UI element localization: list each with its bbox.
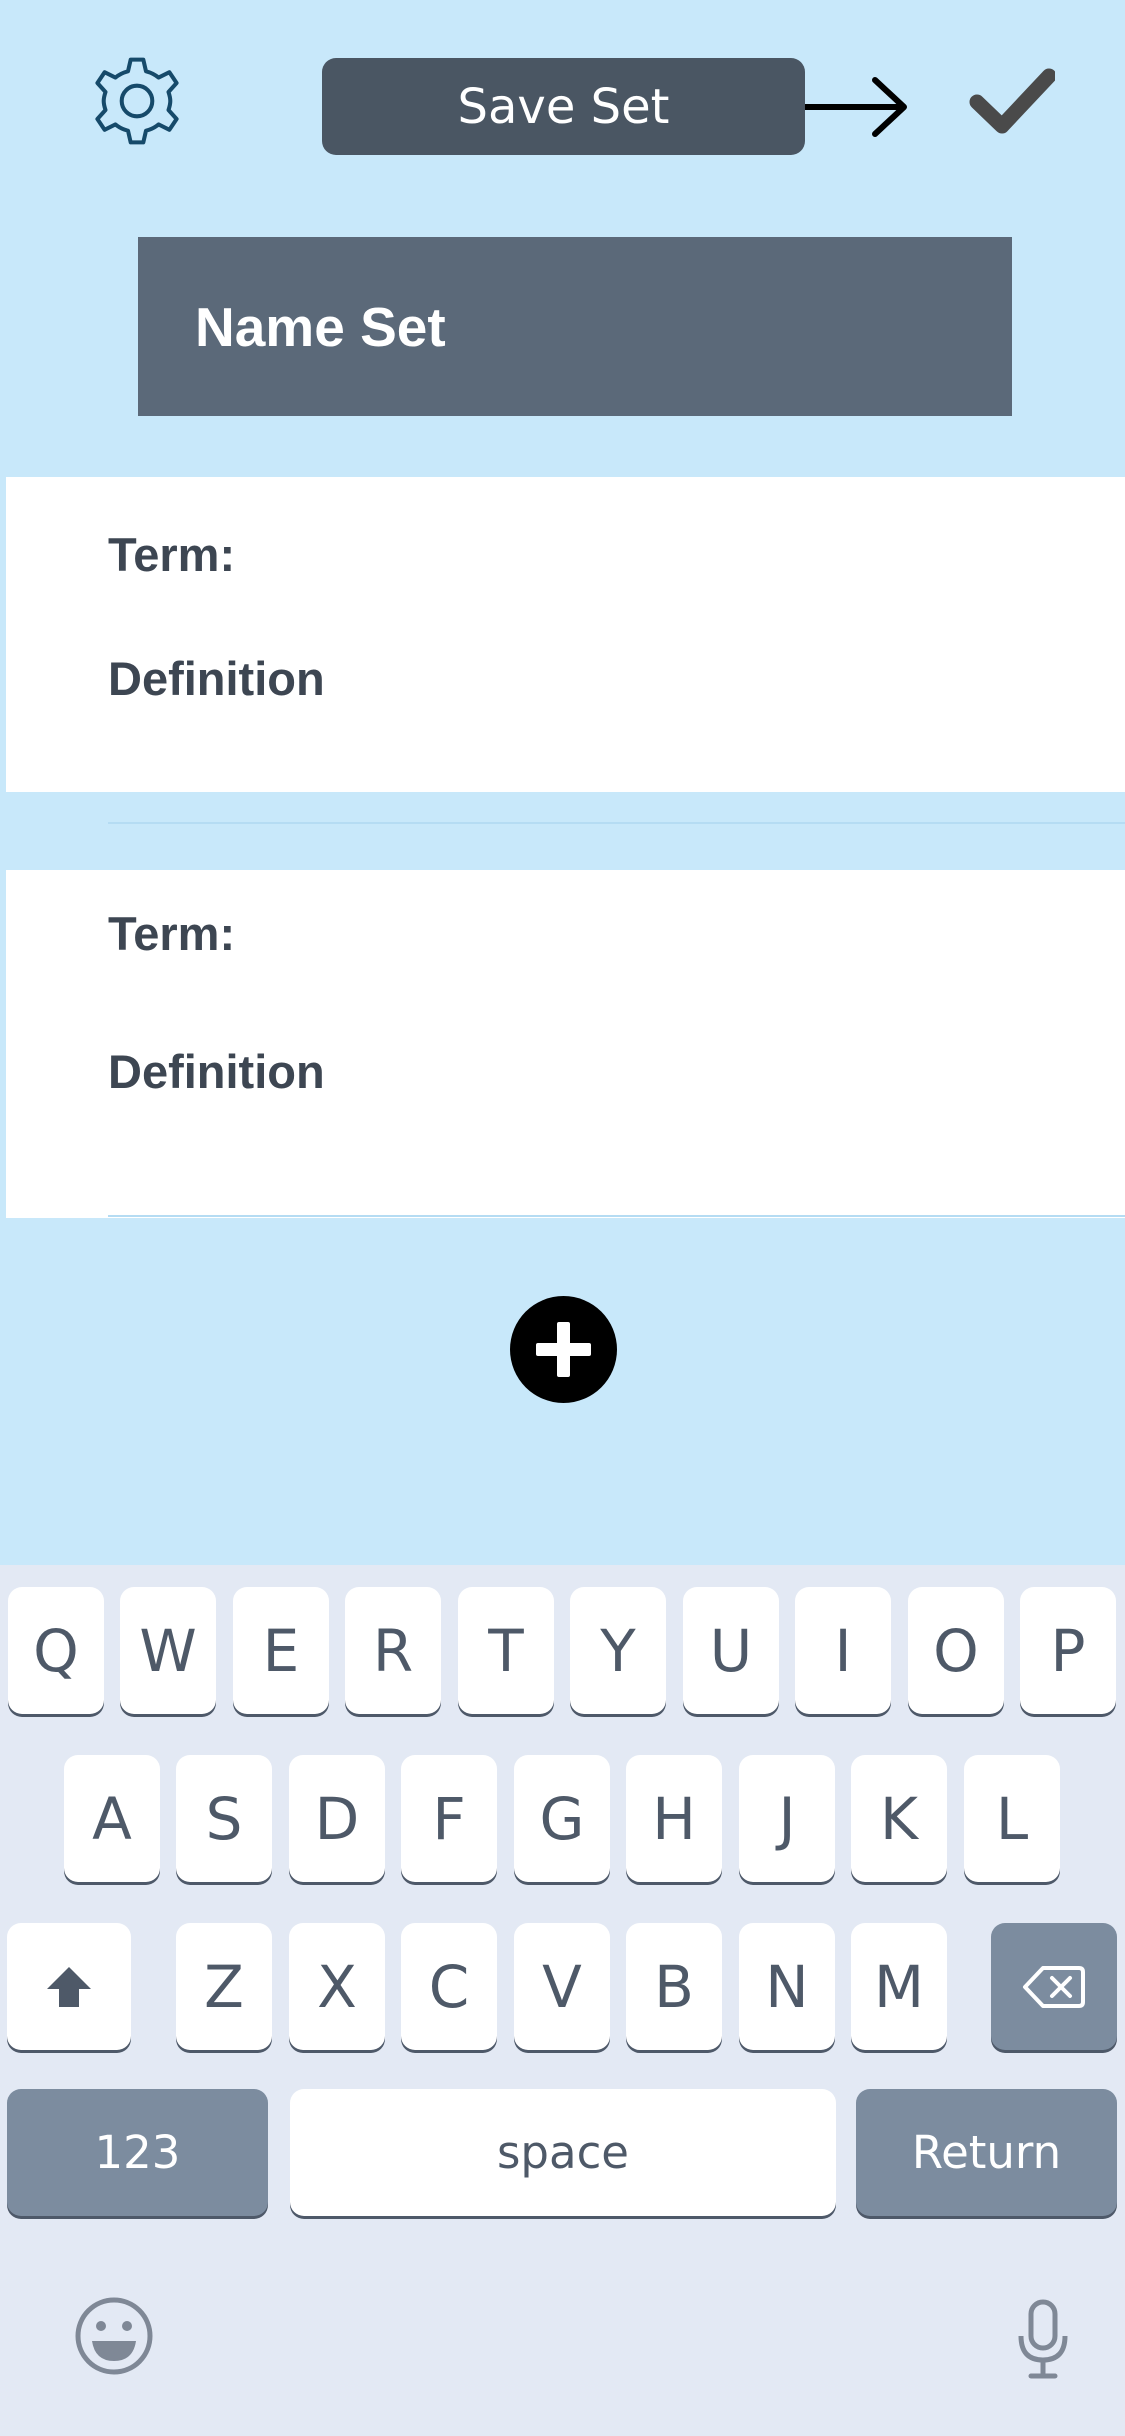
key-label: J (778, 1784, 796, 1853)
backspace-icon (1023, 1965, 1085, 2008)
numbers-key[interactable]: 123 (7, 2089, 268, 2216)
key-label: I (834, 1616, 852, 1685)
key-label: F (432, 1784, 466, 1853)
key-s[interactable]: S (176, 1755, 272, 1882)
key-h[interactable]: H (626, 1755, 722, 1882)
key-u[interactable]: U (683, 1587, 779, 1714)
check-icon[interactable] (969, 66, 1055, 136)
flashcard-1: Term: Definition (6, 477, 1125, 792)
name-set-placeholder: Name Set (195, 295, 446, 358)
key-k[interactable]: K (851, 1755, 947, 1882)
key-t[interactable]: T (458, 1587, 554, 1714)
flashcard-2: Term: Definition (6, 870, 1125, 1218)
key-n[interactable]: N (739, 1923, 835, 2050)
key-label: L (995, 1784, 1029, 1853)
card-separator (108, 1215, 1125, 1217)
key-label: C (428, 1952, 470, 2021)
key-label: S (205, 1784, 243, 1853)
emoji-icon[interactable] (73, 2295, 155, 2377)
key-q[interactable]: Q (8, 1587, 104, 1714)
key-label: Z (204, 1952, 244, 2021)
key-p[interactable]: P (1020, 1587, 1116, 1714)
key-label: W (139, 1616, 197, 1685)
key-e[interactable]: E (233, 1587, 329, 1714)
term-label[interactable]: Term: (108, 910, 235, 957)
key-b[interactable]: B (626, 1923, 722, 2050)
key-label: M (873, 1952, 925, 2021)
key-z[interactable]: Z (176, 1923, 272, 2050)
shift-key[interactable] (7, 1923, 131, 2050)
save-set-label: Save Set (457, 78, 670, 135)
key-label: Return (911, 2126, 1062, 2179)
key-label: V (542, 1952, 582, 2021)
key-w[interactable]: W (120, 1587, 216, 1714)
key-label: Q (33, 1616, 79, 1685)
keyboard: Q W E R T Y U I O P A S D F G H J K L Z … (0, 1565, 1125, 2436)
key-d[interactable]: D (289, 1755, 385, 1882)
key-a[interactable]: A (64, 1755, 160, 1882)
key-label: H (652, 1784, 696, 1853)
key-label: N (765, 1952, 809, 2021)
card-separator (108, 822, 1125, 824)
arrow-right-icon (805, 77, 907, 137)
definition-label[interactable]: Definition (108, 1048, 325, 1095)
app-screen: Save Set Name Set Term: Definition Term:… (0, 0, 1125, 1565)
key-label: T (488, 1616, 524, 1685)
key-f[interactable]: F (401, 1755, 497, 1882)
key-m[interactable]: M (851, 1923, 947, 2050)
key-label: X (317, 1952, 357, 2021)
key-label: Y (600, 1616, 636, 1685)
key-label: D (314, 1784, 360, 1853)
key-label: P (1050, 1616, 1086, 1685)
key-label: U (709, 1616, 753, 1685)
key-label: G (539, 1784, 585, 1853)
key-label: E (262, 1616, 300, 1685)
name-set-input[interactable]: Name Set (138, 237, 1012, 416)
save-set-button[interactable]: Save Set (322, 58, 805, 155)
space-key[interactable]: space (290, 2089, 836, 2216)
key-label: A (92, 1784, 132, 1853)
key-label: O (933, 1616, 979, 1685)
key-label: space (496, 2126, 629, 2179)
key-label: B (654, 1952, 694, 2021)
key-v[interactable]: V (514, 1923, 610, 2050)
term-label[interactable]: Term: (108, 531, 235, 578)
key-c[interactable]: C (401, 1923, 497, 2050)
add-card-button[interactable] (510, 1296, 617, 1403)
key-r[interactable]: R (345, 1587, 441, 1714)
key-y[interactable]: Y (570, 1587, 666, 1714)
key-l[interactable]: L (964, 1755, 1060, 1882)
key-label: R (372, 1616, 414, 1685)
gear-icon[interactable] (92, 56, 182, 146)
return-key[interactable]: Return (856, 2089, 1117, 2216)
key-o[interactable]: O (908, 1587, 1004, 1714)
key-j[interactable]: J (739, 1755, 835, 1882)
key-label: K (879, 1784, 919, 1853)
key-i[interactable]: I (795, 1587, 891, 1714)
key-g[interactable]: G (514, 1755, 610, 1882)
key-label: 123 (94, 2126, 181, 2179)
microphone-icon[interactable] (1017, 2298, 1069, 2380)
delete-key[interactable] (991, 1923, 1117, 2050)
definition-label[interactable]: Definition (108, 655, 325, 702)
shift-arrow-icon (47, 1966, 91, 2007)
key-x[interactable]: X (289, 1923, 385, 2050)
